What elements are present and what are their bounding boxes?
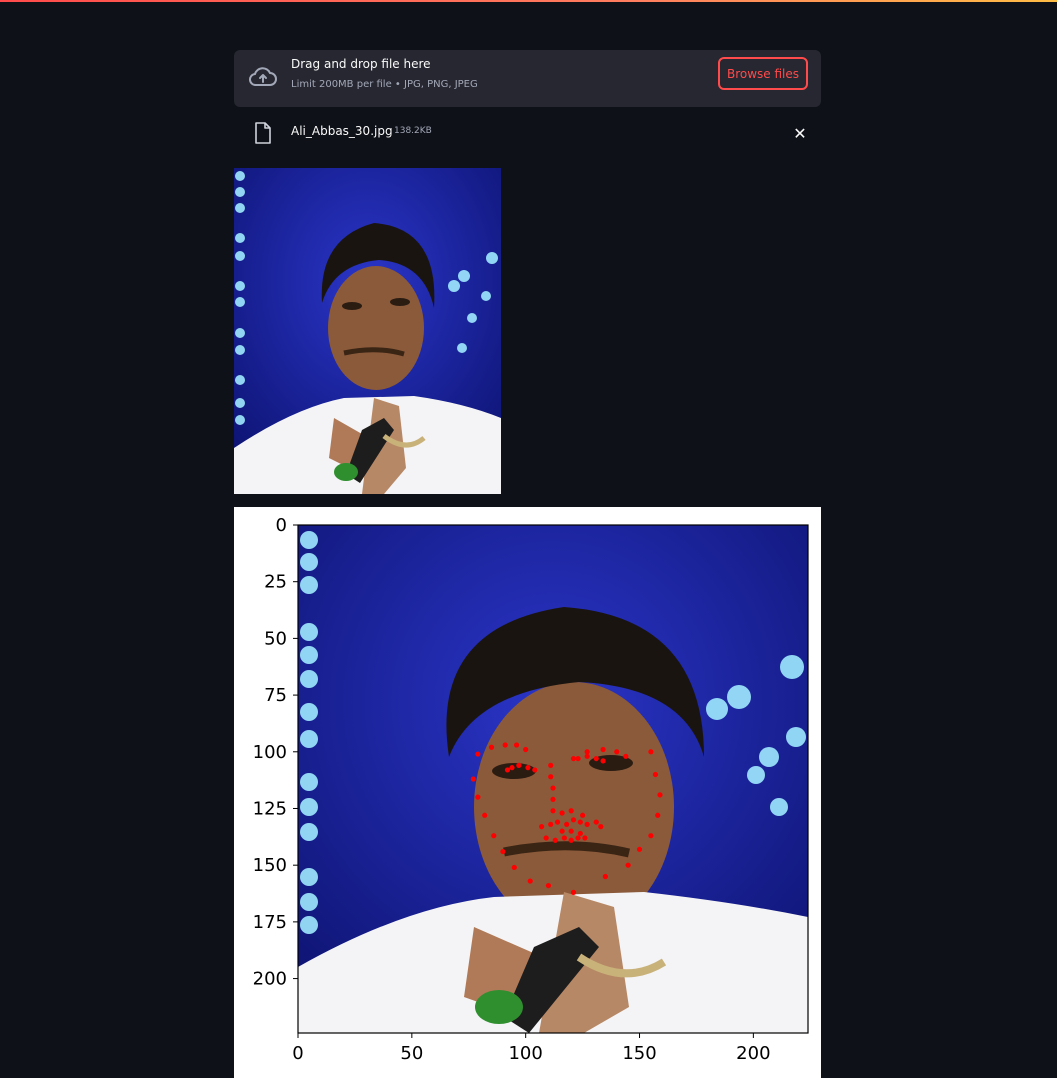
landmark-point xyxy=(545,882,552,889)
landmark-point xyxy=(623,753,629,759)
landmark-point xyxy=(652,771,659,778)
app-header-bar xyxy=(0,0,1057,2)
landmark-point xyxy=(600,746,606,753)
landmark-point xyxy=(584,753,590,759)
x-tick-label: 100 xyxy=(508,1043,542,1064)
landmark-point xyxy=(550,796,556,803)
landmark-point xyxy=(598,824,604,830)
landmark-point xyxy=(593,755,599,762)
browse-files-button[interactable]: Browse files xyxy=(718,57,808,90)
landmark-point xyxy=(482,812,488,818)
landmark-point xyxy=(559,810,565,816)
landmark-point xyxy=(470,776,476,782)
landmark-point xyxy=(568,828,574,834)
landmark-chart-svg: 0 50 100 150 200 0 25 50 75 100 125 150 175 200 xyxy=(253,515,809,1064)
y-tick-label: 125 xyxy=(253,798,287,819)
landmark-point xyxy=(491,833,497,839)
landmark-point xyxy=(500,848,506,855)
landmark-point xyxy=(548,774,554,780)
landmark-point xyxy=(570,889,577,895)
landmark-point xyxy=(543,835,549,841)
landmark-point xyxy=(475,751,481,757)
x-tick-label: 200 xyxy=(736,1043,770,1064)
landmark-point xyxy=(657,792,663,798)
landmark-point xyxy=(564,821,570,827)
landmark-point xyxy=(568,837,574,843)
y-tick-label: 25 xyxy=(264,572,287,593)
landmark-point xyxy=(554,819,561,825)
landmark-point xyxy=(550,785,556,791)
landmark-point xyxy=(602,873,608,880)
plot-image-art xyxy=(298,525,808,1033)
landmark-point xyxy=(548,821,554,827)
x-tick-label: 50 xyxy=(400,1043,423,1064)
y-tick-label: 50 xyxy=(264,628,287,649)
landmark-point xyxy=(648,749,654,755)
landmark-point xyxy=(548,762,554,768)
landmark-point xyxy=(575,755,581,762)
uploaded-file-row: Ali_Abbas_30.jpg 138.2KB ✕ xyxy=(234,118,821,150)
landmark-point xyxy=(552,837,558,843)
landmark-point xyxy=(488,744,495,750)
landmark-point xyxy=(527,878,533,884)
landmark-point xyxy=(532,767,538,773)
file-size: 138.2KB xyxy=(394,126,432,136)
landmark-point xyxy=(502,742,508,748)
cloud-upload-icon xyxy=(249,67,277,86)
landmark-point xyxy=(600,758,606,764)
landmark-plot: 0 50 100 150 200 0 25 50 75 100 125 150 175 200 xyxy=(234,507,821,1078)
landmark-point xyxy=(509,765,515,771)
landmark-point xyxy=(577,819,583,825)
x-axis: 0 50 100 150 200 xyxy=(292,1033,771,1064)
y-tick-label: 150 xyxy=(253,855,287,876)
y-tick-label: 75 xyxy=(264,685,287,706)
landmark-point xyxy=(655,812,661,818)
landmark-point xyxy=(561,835,567,841)
file-dropzone[interactable]: Drag and drop file here Limit 200MB per … xyxy=(234,50,821,107)
landmark-point xyxy=(525,765,531,771)
y-tick-label: 175 xyxy=(253,912,287,933)
remove-file-button[interactable]: ✕ xyxy=(790,123,810,143)
landmark-point xyxy=(516,762,522,768)
landmark-point xyxy=(511,864,517,871)
landmark-point xyxy=(559,828,565,834)
y-tick-label: 200 xyxy=(253,969,287,990)
dropzone-title: Drag and drop file here xyxy=(291,57,431,71)
landmark-point xyxy=(513,742,520,748)
landmark-point xyxy=(568,808,574,814)
landmark-point xyxy=(539,824,545,830)
landmark-point xyxy=(577,830,583,837)
landmark-point xyxy=(504,767,511,773)
y-tick-label: 100 xyxy=(253,742,287,763)
landmark-point xyxy=(614,749,620,755)
landmark-point xyxy=(550,808,556,814)
landmark-point xyxy=(584,749,590,755)
landmark-point xyxy=(636,846,643,852)
uploaded-image xyxy=(234,168,501,494)
landmark-point xyxy=(593,819,599,825)
landmark-point xyxy=(584,821,590,827)
file-name: Ali_Abbas_30.jpg xyxy=(291,124,393,138)
y-tick-label: 0 xyxy=(276,515,287,536)
landmark-point xyxy=(582,835,588,841)
landmark-point xyxy=(570,755,577,762)
x-tick-label: 150 xyxy=(622,1043,656,1064)
landmark-point xyxy=(570,817,577,823)
dropzone-limits: Limit 200MB per file • JPG, PNG, JPEG xyxy=(291,79,478,90)
landmark-point xyxy=(648,833,654,839)
landmark-point xyxy=(625,862,631,868)
uploaded-photo-art xyxy=(234,168,501,494)
landmark-point xyxy=(523,746,529,753)
x-tick-label: 0 xyxy=(292,1043,303,1064)
y-axis: 0 25 50 75 100 125 150 175 200 xyxy=(253,515,298,990)
file-icon xyxy=(255,122,271,144)
landmark-point xyxy=(575,835,581,841)
landmark-point xyxy=(579,812,586,818)
landmark-point xyxy=(475,794,481,800)
